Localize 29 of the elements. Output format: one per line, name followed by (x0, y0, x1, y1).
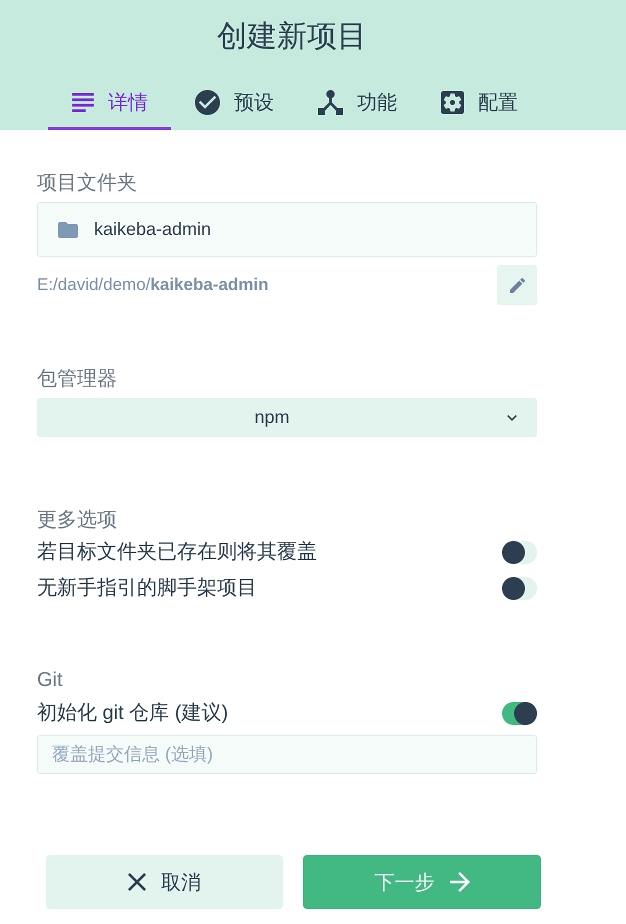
section-label: 项目文件夹 (37, 171, 138, 195)
tab[interactable]: 配置 (417, 78, 540, 130)
section-label: Git (37, 668, 64, 692)
text-lines-icon (72, 93, 94, 112)
cancel-button[interactable]: 取消 (46, 855, 283, 909)
gear-icon (441, 91, 464, 114)
pencil-icon (510, 278, 524, 292)
toggle-switch[interactable] (502, 540, 537, 564)
toggle-switch[interactable] (502, 576, 537, 600)
tab[interactable]: 功能 (294, 78, 417, 130)
tab[interactable]: 预设 (171, 78, 294, 130)
arrow-right-icon (450, 872, 470, 892)
toggle-switch[interactable] (502, 702, 537, 724)
folder-field[interactable]: kaikeba-admin (37, 202, 537, 257)
folder-path: E:/david/demo/kaikeba-admin (37, 275, 269, 295)
option-label: 初始化 git 仓库 (建议) (37, 701, 228, 725)
chevron-down-icon (507, 414, 517, 420)
option-label: 无新手指引的脚手架项目 (37, 576, 257, 600)
section-label: 更多选项 (37, 508, 118, 532)
edit-button[interactable] (497, 265, 537, 305)
commit-message-field[interactable]: 覆盖提交信息 (选填) (37, 735, 537, 774)
branching-nodes-icon (318, 90, 343, 115)
section-label: 包管理器 (37, 367, 118, 391)
tab[interactable]: 详情 (48, 78, 171, 130)
folder-icon (58, 222, 78, 238)
option-label: 若目标文件夹已存在则将其覆盖 (37, 540, 317, 564)
package-manager-select[interactable]: npm (37, 398, 537, 437)
page-title: 创建新项目 (217, 19, 367, 55)
close-icon (128, 873, 146, 891)
